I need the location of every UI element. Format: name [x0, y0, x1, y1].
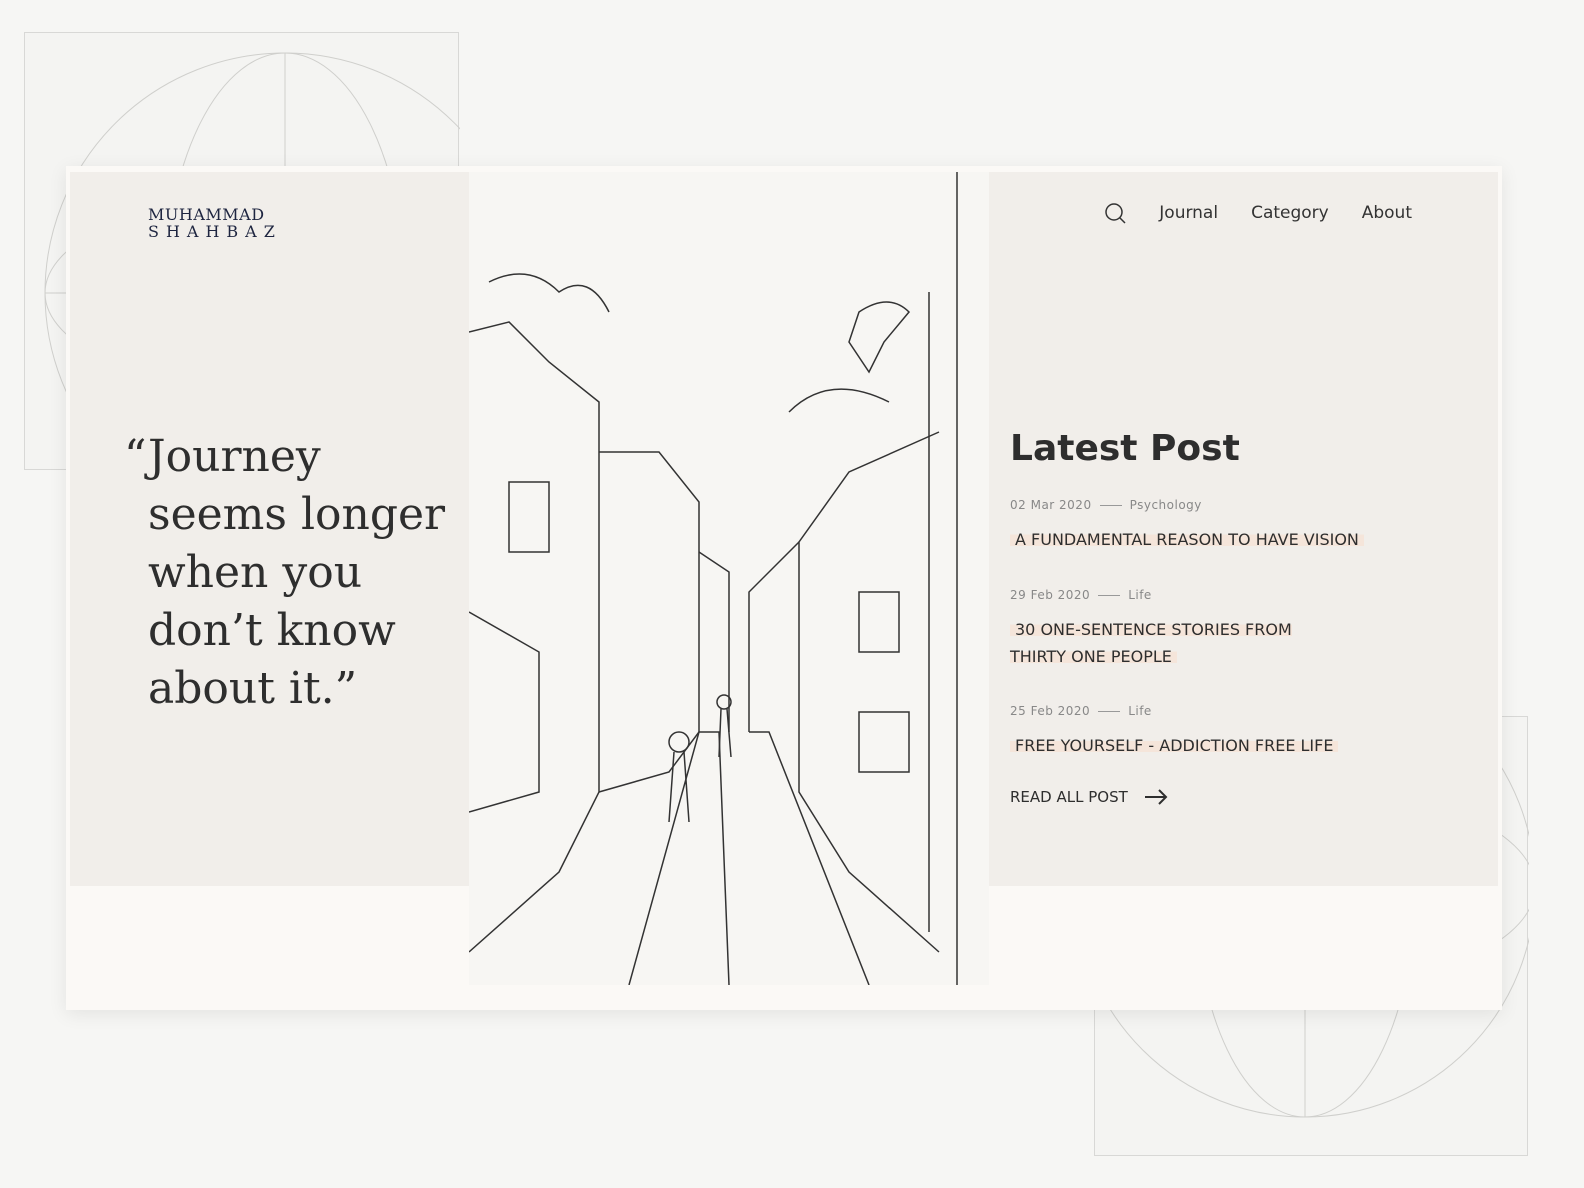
nav-category[interactable]: Category [1251, 203, 1329, 223]
website-card: MUHAMMAD SHAHBAZ “ Journey seems longer … [66, 166, 1502, 1010]
divider [1098, 594, 1121, 596]
divider [1099, 504, 1122, 506]
post-category[interactable]: Life [1128, 704, 1152, 718]
read-all-post-link[interactable]: READ ALL POST [1010, 788, 1168, 806]
street-sketch-illustration [468, 172, 989, 986]
nav-about[interactable]: About [1362, 203, 1412, 223]
post-title[interactable]: 30 ONE-SENTENCE STORIES FROM THIRTY ONE … [1010, 620, 1292, 666]
post-category[interactable]: Psychology [1130, 498, 1202, 512]
main-nav: Journal Category About [1104, 202, 1412, 224]
post-title[interactable]: A FUNDAMENTAL REASON TO HAVE VISION [1010, 530, 1364, 549]
post-item[interactable]: 29 Feb 2020 Life 30 ONE-SENTENCE STORIES … [1010, 588, 1340, 670]
post-title[interactable]: FREE YOURSELF - ADDICTION FREE LIFE [1010, 736, 1339, 755]
post-date: 29 Feb 2020 [1010, 588, 1091, 602]
arrow-right-icon [1144, 789, 1168, 805]
hero-quote: “ Journey seems longer when you don’t kn… [124, 431, 446, 714]
latest-post-heading: Latest Post [1010, 428, 1240, 469]
post-item[interactable]: 02 Mar 2020 Psychology A FUNDAMENTAL REAS… [1010, 498, 1364, 553]
nav-journal[interactable]: Journal [1159, 203, 1218, 223]
divider [1098, 710, 1121, 712]
post-category[interactable]: Life [1128, 588, 1152, 602]
post-date: 02 Mar 2020 [1010, 498, 1092, 512]
post-item[interactable]: 25 Feb 2020 Life FREE YOURSELF - ADDICTIO… [1010, 704, 1339, 759]
search-icon[interactable] [1104, 202, 1126, 224]
logo[interactable]: MUHAMMAD SHAHBAZ [148, 206, 282, 240]
post-date: 25 Feb 2020 [1010, 704, 1091, 718]
